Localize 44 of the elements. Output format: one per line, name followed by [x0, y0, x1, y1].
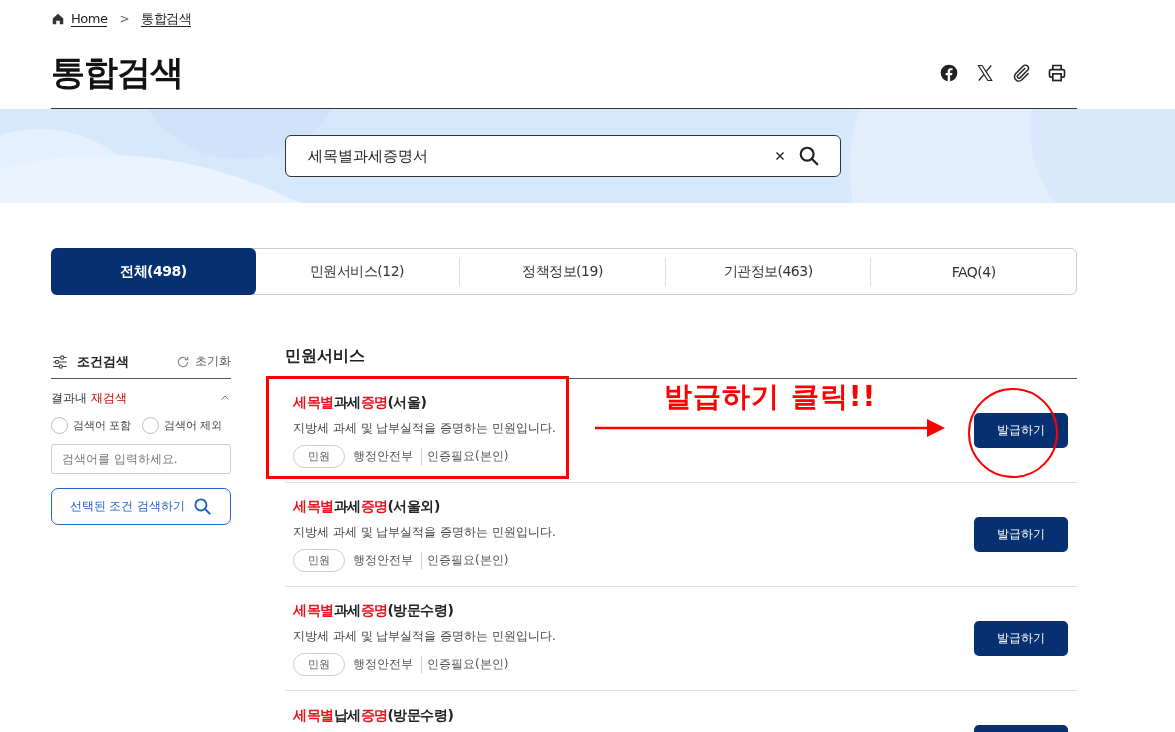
result-description: 지방세 과세 및 납부실적을 증명하는 민원입니다.: [293, 419, 556, 437]
sliders-icon: [51, 352, 69, 371]
result-description: 지방세 과세 및 납부실적을 증명하는 민원입니다.: [293, 523, 556, 541]
print-icon[interactable]: [1047, 63, 1067, 83]
result-title[interactable]: 세목별납세증명(방문수령): [293, 707, 454, 725]
page-title: 통합검색: [51, 51, 183, 94]
tab[interactable]: 정책정보(19): [459, 257, 665, 286]
annotation-label: 발급하기 클릭!!: [664, 379, 877, 415]
filter-title: 조건검색: [77, 352, 129, 371]
x-logo-icon[interactable]: [975, 63, 995, 83]
section-title: 결과내 재검색: [51, 389, 127, 407]
search-field[interactable]: 세목별과세증명서: [285, 135, 841, 177]
auth-text: 인증필요(본인): [421, 655, 509, 673]
tab[interactable]: 민원서비스(12): [254, 257, 460, 286]
issue-button[interactable]: 발급하기: [974, 413, 1068, 448]
result-title[interactable]: 세목별과세증명(서울): [293, 393, 556, 412]
reset-button[interactable]: 초기화: [176, 353, 231, 370]
tab[interactable]: 전체(498): [51, 248, 256, 295]
search-icon[interactable]: [798, 145, 820, 167]
radio-label[interactable]: 검색어 포함: [73, 418, 132, 433]
filter-search-button[interactable]: 선택된 조건 검색하기: [51, 488, 231, 525]
breadcrumb-link[interactable]: 통합검색: [141, 11, 192, 27]
agency-text: 행정안전부: [353, 551, 413, 569]
breadcrumb-link[interactable]: Home: [71, 11, 108, 27]
paperclip-icon[interactable]: [1011, 63, 1031, 83]
agency-text: 행정안전부: [353, 655, 413, 673]
facebook-icon[interactable]: [939, 63, 959, 83]
home-icon: [51, 12, 65, 26]
issue-button[interactable]: 발급하기: [974, 621, 1068, 656]
tab[interactable]: 기관정보(463): [664, 257, 871, 286]
result-description: 지방세 과세 및 납부실적을 증명하는 민원입니다.: [293, 627, 556, 645]
radio-label[interactable]: 검색어 제외: [163, 418, 222, 433]
section-heading: 민원서비스: [285, 343, 1077, 379]
search-icon: [193, 497, 213, 516]
keyword-field[interactable]: 검색어를 입력하세요.: [51, 444, 231, 474]
tab[interactable]: FAQ(4): [870, 257, 1076, 286]
result-title[interactable]: 세목별과세증명(서울외): [293, 497, 556, 516]
auth-text: 인증필요(본인): [421, 447, 509, 465]
refresh-icon: [176, 354, 190, 369]
issue-button[interactable]: 발급하기: [974, 517, 1068, 552]
result-title[interactable]: 세목별과세증명(방문수령): [293, 601, 556, 620]
breadcrumb-separator: >: [119, 12, 130, 26]
agency-text: 행정안전부: [353, 447, 413, 465]
auth-text: 인증필요(본인): [421, 551, 509, 569]
